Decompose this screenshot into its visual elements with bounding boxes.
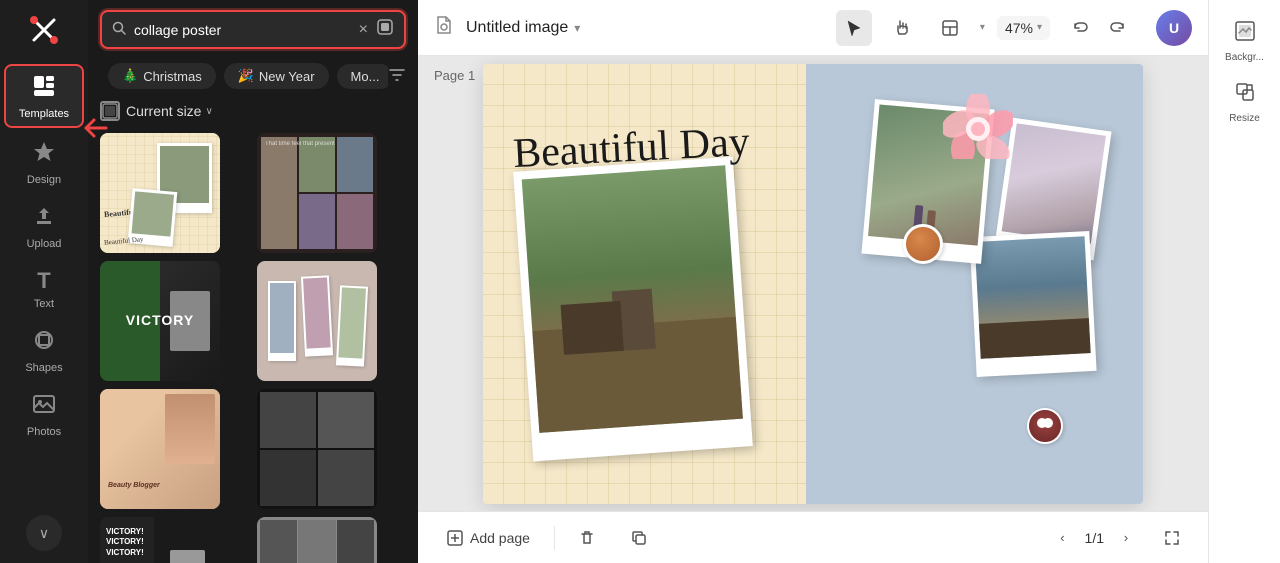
- search-box: ×: [100, 10, 406, 49]
- design-label: Design: [27, 174, 61, 186]
- undo-button[interactable]: [1062, 10, 1098, 46]
- christmas-label: Christmas: [143, 69, 202, 84]
- page-label: Page 1: [434, 68, 475, 83]
- sidebar-item-upload[interactable]: Upload: [4, 196, 84, 256]
- template-card-4[interactable]: [257, 261, 377, 381]
- main-area: Untitled image ▾ ▾ 47%: [418, 0, 1208, 563]
- template-card-1[interactable]: Beautiful Day: [100, 133, 220, 253]
- right-panel-background[interactable]: Backgr...: [1215, 12, 1275, 69]
- zoom-caret-icon: ▾: [1037, 22, 1042, 33]
- size-icon: [100, 101, 120, 121]
- search-area: ×: [88, 0, 418, 57]
- more-label: Mo...: [351, 69, 380, 84]
- zoom-value: 47%: [1005, 20, 1033, 36]
- right-panel-resize[interactable]: Resize: [1215, 73, 1275, 130]
- resize-label: Resize: [1229, 113, 1260, 124]
- text-label: Text: [34, 298, 54, 310]
- search-input[interactable]: [134, 22, 351, 38]
- prev-page-button[interactable]: ‹: [1049, 524, 1077, 552]
- app-logo: [22, 8, 66, 52]
- template-card-5[interactable]: Beauty Blogger: [100, 389, 220, 509]
- pointer-tool-button[interactable]: [836, 10, 872, 46]
- sidebar-item-photos[interactable]: Photos: [4, 384, 84, 444]
- photo-card-beach: [969, 230, 1096, 376]
- redo-button[interactable]: [1100, 10, 1136, 46]
- nav-expand-button[interactable]: ∨: [26, 515, 62, 551]
- sidebar-item-design[interactable]: Design: [4, 132, 84, 192]
- new-year-emoji: 🎉: [238, 68, 254, 84]
- top-toolbar: Untitled image ▾ ▾ 47%: [418, 0, 1208, 56]
- owl-sticker: [1027, 408, 1063, 444]
- photos-label: Photos: [27, 426, 61, 438]
- title-text: Untitled image: [466, 19, 568, 37]
- dog-sticker: [903, 224, 943, 264]
- shapes-icon: [32, 328, 56, 358]
- filter-icon[interactable]: [388, 66, 406, 89]
- shapes-label: Shapes: [25, 362, 62, 374]
- sidebar-item-templates[interactable]: Templates: [4, 64, 84, 128]
- new-year-label: New Year: [259, 69, 315, 84]
- tag-row: 🎄 Christmas 🎉 New Year Mo...: [96, 57, 388, 97]
- size-filter-button[interactable]: Current size ∨: [126, 103, 213, 119]
- template-panel: × 🎄 Christmas 🎉 New Year Mo...: [88, 0, 418, 563]
- size-row: Current size ∨: [88, 97, 418, 129]
- trash-button[interactable]: [567, 524, 607, 552]
- right-panel: Backgr... Resize: [1208, 0, 1280, 563]
- template-card-6[interactable]: [257, 389, 377, 509]
- add-page-button[interactable]: Add page: [434, 523, 542, 553]
- photos-icon: [32, 392, 56, 422]
- sidebar-item-shapes[interactable]: Shapes: [4, 320, 84, 380]
- bottom-separator: [554, 526, 555, 550]
- nav-sidebar: Templates Design Upload T Text Shap: [0, 0, 88, 563]
- templates-label: Templates: [19, 108, 69, 120]
- template-card-8[interactable]: Black&White River: [257, 517, 377, 563]
- bottom-bar: Add page ‹ 1/1 ›: [418, 511, 1208, 563]
- expand-page-button[interactable]: [1152, 524, 1192, 552]
- document-icon: [434, 15, 454, 41]
- upload-icon: [32, 204, 56, 234]
- resize-icon: [1234, 81, 1256, 109]
- next-page-button[interactable]: ›: [1112, 524, 1140, 552]
- page-counter: 1/1: [1085, 530, 1104, 546]
- layout-caret-icon: ▾: [980, 22, 985, 33]
- prev-page-icon: ‹: [1060, 530, 1064, 545]
- design-icon: [32, 140, 56, 170]
- photo-card-main: [513, 156, 753, 461]
- page-navigation: ‹ 1/1 ›: [1049, 524, 1192, 552]
- tag-christmas[interactable]: 🎄 Christmas: [108, 63, 216, 89]
- sidebar-item-text[interactable]: T Text: [4, 260, 84, 316]
- christmas-emoji: 🎄: [122, 68, 138, 84]
- text-icon: T: [37, 268, 50, 294]
- background-label: Backgr...: [1225, 52, 1264, 63]
- flower-sticker: [943, 94, 1013, 164]
- collage-canvas: Beautiful Day: [483, 64, 1143, 504]
- layout-tool-button[interactable]: [932, 10, 968, 46]
- size-label-text: Current size: [126, 103, 201, 119]
- template-card-2[interactable]: That time feel that present: [257, 133, 377, 253]
- template-card-3[interactable]: VICTORY: [100, 261, 220, 381]
- search-ai-button[interactable]: [376, 18, 394, 41]
- tag-new-year[interactable]: 🎉 New Year: [224, 63, 329, 89]
- background-icon: [1234, 20, 1256, 48]
- document-title[interactable]: Untitled image ▾: [466, 19, 580, 37]
- duplicate-button[interactable]: [619, 524, 659, 552]
- templates-icon: [32, 74, 56, 104]
- hand-tool-button[interactable]: [884, 10, 920, 46]
- tag-more[interactable]: Mo...: [337, 64, 388, 89]
- templates-grid: Beautiful Day That time feel that presen…: [88, 129, 418, 563]
- next-page-icon: ›: [1124, 530, 1128, 545]
- expand-icon: ∨: [39, 525, 49, 542]
- size-caret-icon: ∨: [205, 106, 212, 117]
- user-avatar: U: [1156, 10, 1192, 46]
- template-card-7[interactable]: VICTORY! VICTORY! VICTORY! 3-1: [100, 517, 220, 563]
- zoom-control[interactable]: 47% ▾: [997, 16, 1050, 40]
- title-caret-icon: ▾: [574, 21, 580, 35]
- canvas-wrapper: Page 1 Beautiful Day: [418, 56, 1208, 511]
- upload-label: Upload: [27, 238, 62, 250]
- search-icon: [112, 21, 126, 38]
- add-page-label: Add page: [470, 530, 530, 546]
- undo-redo-group: [1062, 10, 1136, 46]
- search-clear-button[interactable]: ×: [359, 21, 368, 39]
